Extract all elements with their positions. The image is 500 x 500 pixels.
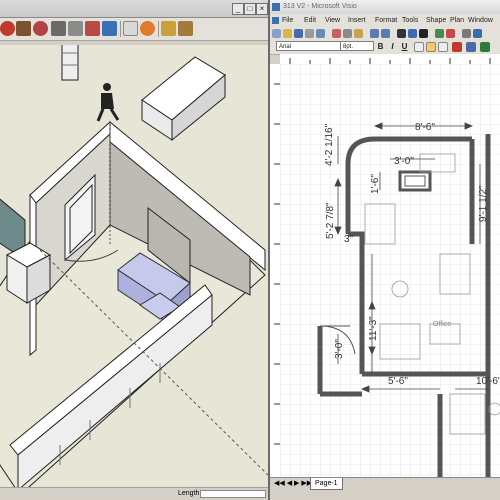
- sketchup-toolbar: [0, 18, 268, 41]
- room-3d-model: [0, 39, 268, 496]
- sketchup-statusbar: Length: [0, 487, 268, 500]
- minimize-button[interactable]: _: [232, 3, 244, 15]
- open-icon[interactable]: [283, 29, 292, 38]
- visio-window: 313 V2 - Microsoft Visio File Edit View …: [270, 0, 500, 500]
- font-color-icon[interactable]: [452, 42, 462, 52]
- visio-menubar: File Edit View Insert Format Tools Shape…: [270, 14, 500, 28]
- sketchup-viewport[interactable]: [0, 39, 268, 496]
- dim-diag-top[interactable]: 4'-2 1/16": [324, 123, 335, 166]
- underline-button[interactable]: U: [399, 41, 410, 52]
- fill-color-icon[interactable]: [480, 42, 490, 52]
- italic-button[interactable]: I: [387, 41, 398, 52]
- tab-page-1[interactable]: Page-1: [310, 478, 343, 490]
- dim-left-mid[interactable]: 5'-2 7/8": [325, 202, 336, 239]
- measurement-input[interactable]: [200, 490, 266, 498]
- rectangle-icon[interactable]: [446, 29, 455, 38]
- redo-icon[interactable]: [381, 29, 390, 38]
- room-label: Office: [433, 321, 451, 328]
- dim-bottom-right[interactable]: 10'-6": [476, 376, 500, 387]
- dim-small-3[interactable]: 3": [344, 234, 354, 245]
- visio-title: 313 V2 - Microsoft Visio: [283, 3, 357, 10]
- undo-icon[interactable]: [370, 29, 379, 38]
- maximize-button[interactable]: □: [244, 3, 256, 15]
- zoom-window-icon[interactable]: [51, 21, 66, 36]
- close-button[interactable]: ×: [256, 3, 268, 15]
- visio-standard-toolbar: [270, 27, 500, 41]
- menu-window[interactable]: Window: [468, 14, 493, 27]
- menu-insert[interactable]: Insert: [348, 14, 366, 27]
- paste-icon[interactable]: [354, 29, 363, 38]
- new-icon[interactable]: [272, 29, 281, 38]
- floor-plan: 8'-6" 4'-2 1/16" 3'-0" 1'-6" 5'-2 7/8" 3…: [280, 64, 500, 478]
- page-tab-bar: ◀◀ ◀ ▶ ▶▶ Page-1: [270, 477, 500, 490]
- zoom-icon[interactable]: [462, 29, 471, 38]
- dim-door[interactable]: 3'-0": [334, 339, 345, 359]
- align-left-icon[interactable]: [414, 42, 424, 52]
- pan-icon[interactable]: [16, 21, 31, 36]
- text-icon[interactable]: [419, 29, 428, 38]
- visio-statusbar: [270, 490, 500, 500]
- cut-icon[interactable]: [332, 29, 341, 38]
- menu-view[interactable]: View: [325, 14, 340, 27]
- dim-vert-11[interactable]: 11'-3": [368, 316, 379, 341]
- visio-format-toolbar: Arial 8pt. B I U: [270, 40, 500, 55]
- line-tool-icon[interactable]: [435, 29, 444, 38]
- tab-nav-icon[interactable]: ◀◀ ◀ ▶ ▶▶: [274, 479, 312, 487]
- position-camera-icon[interactable]: [102, 21, 117, 36]
- dim-bottom-left[interactable]: 5'-6": [388, 376, 408, 387]
- dim-right-vert[interactable]: 9'-1 1/2": [478, 185, 489, 222]
- copy-icon[interactable]: [343, 29, 352, 38]
- orbit-icon[interactable]: [0, 21, 15, 36]
- menu-tools[interactable]: Tools: [402, 14, 418, 27]
- visio-titlebar: 313 V2 - Microsoft Visio: [270, 0, 500, 15]
- save-icon[interactable]: [294, 29, 303, 38]
- walk-icon[interactable]: [140, 21, 155, 36]
- preview-icon[interactable]: [316, 29, 325, 38]
- font-size-select[interactable]: 8pt.: [340, 41, 374, 51]
- help-icon[interactable]: [473, 29, 482, 38]
- line-color-icon[interactable]: [466, 42, 476, 52]
- align-center-icon[interactable]: [426, 42, 436, 52]
- sketchup-window: _ □ × Length: [0, 0, 268, 500]
- materials-icon[interactable]: [178, 21, 193, 36]
- print-icon[interactable]: [305, 29, 314, 38]
- document-icon[interactable]: [272, 17, 279, 24]
- align-right-icon[interactable]: [438, 42, 448, 52]
- components-icon[interactable]: [161, 21, 176, 36]
- zoom-extents-icon[interactable]: [68, 21, 83, 36]
- dim-window-width[interactable]: 3'-0": [394, 156, 414, 167]
- font-select[interactable]: Arial: [276, 41, 346, 51]
- menu-format[interactable]: Format: [375, 14, 397, 27]
- connector-icon[interactable]: [408, 29, 417, 38]
- previous-view-icon[interactable]: [85, 21, 100, 36]
- visio-app-icon: [272, 3, 280, 11]
- visio-drawing-canvas[interactable]: 8'-6" 4'-2 1/16" 3'-0" 1'-6" 5'-2 7/8" 3…: [280, 64, 500, 478]
- dim-window-height[interactable]: 1'-6": [370, 174, 381, 194]
- dim-top-width[interactable]: 8'-6": [415, 122, 435, 133]
- section-plane-icon[interactable]: [123, 21, 138, 36]
- menu-shape[interactable]: Shape: [426, 14, 446, 27]
- measurement-label: Length: [178, 490, 200, 497]
- menu-file[interactable]: File: [282, 14, 293, 27]
- menu-edit[interactable]: Edit: [304, 14, 316, 27]
- zoom-icon[interactable]: [33, 21, 48, 36]
- pointer-icon[interactable]: [397, 29, 406, 38]
- bold-button[interactable]: B: [375, 41, 386, 52]
- menu-plan[interactable]: Plan: [450, 14, 464, 27]
- sketchup-titlebar: _ □ ×: [0, 0, 268, 18]
